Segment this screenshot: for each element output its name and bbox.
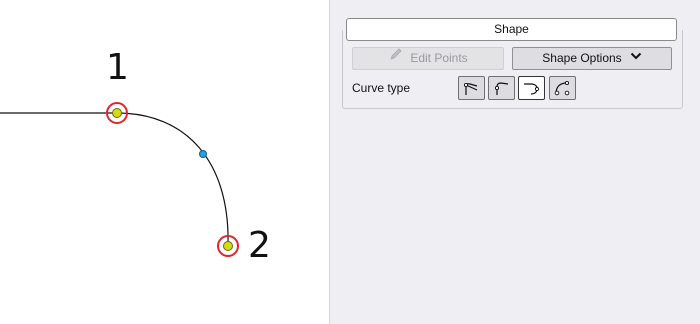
- curve-type-corner-button[interactable]: [458, 76, 485, 100]
- curve-drawing: [0, 102, 239, 257]
- curve-type-spline-button[interactable]: [549, 76, 576, 100]
- chevron-down-icon: [630, 47, 642, 68]
- smooth-corner-curve-icon: [494, 82, 509, 95]
- shape-options-dropdown[interactable]: Shape Options: [512, 47, 672, 70]
- curve-type-tangent-button[interactable]: [518, 76, 545, 100]
- edit-points-button[interactable]: Edit Points: [352, 47, 504, 70]
- point-label-2: 2: [248, 225, 271, 266]
- edit-points-label: Edit Points: [410, 51, 468, 65]
- point-label-1: 1: [106, 47, 129, 88]
- curve-type-smooth-button[interactable]: [488, 76, 515, 100]
- midpoint-handle[interactable]: [199, 150, 207, 158]
- spline-curve-icon: [554, 80, 570, 96]
- curve-type-label: Curve type: [352, 81, 411, 95]
- shape-properties-panel: Shape Edit Points Shape Options Curve ty…: [329, 0, 700, 324]
- corner-curve-icon: [463, 82, 478, 95]
- pencil-icon: [388, 46, 404, 69]
- shape-options-label: Shape Options: [542, 51, 622, 65]
- shape-line[interactable]: [0, 112, 229, 246]
- tangent-curve-icon: [524, 83, 540, 95]
- shape-section-header[interactable]: Shape: [346, 18, 677, 41]
- drawing-canvas[interactable]: 1 2: [0, 0, 329, 324]
